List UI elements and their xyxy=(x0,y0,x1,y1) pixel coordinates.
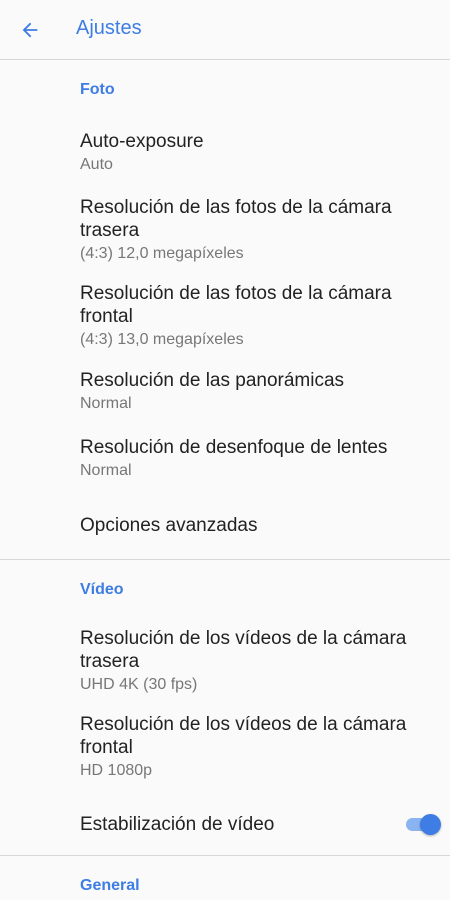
setting-title: Auto-exposure xyxy=(80,131,204,152)
setting-title: Estabilización de vídeo xyxy=(80,813,275,835)
setting-title: Resolución de desenfoque de lentes xyxy=(80,437,388,458)
setting-title: Resolución de las fotos de la cámara fro… xyxy=(80,283,392,327)
setting-auto-exposure[interactable]: Auto-exposure Auto xyxy=(0,130,450,176)
back-button[interactable] xyxy=(12,12,48,48)
settings-list: Foto Auto-exposure Auto Resolución de la… xyxy=(0,60,450,895)
setting-title: Resolución de las fotos de la cámara tra… xyxy=(80,197,392,241)
section-divider xyxy=(0,559,450,560)
setting-front-video-resolution[interactable]: Resolución de los vídeos de la cámara fr… xyxy=(0,713,450,782)
setting-summary: (4:3) 12,0 megapíxeles xyxy=(80,245,244,262)
setting-summary: Normal xyxy=(80,462,132,479)
toggle-thumb xyxy=(420,814,441,835)
setting-panorama-resolution[interactable]: Resolución de las panorámicas Normal xyxy=(0,369,450,415)
setting-summary: Normal xyxy=(80,395,132,412)
section-header-foto: Foto xyxy=(80,81,115,98)
setting-title: Resolución de los vídeos de la cámara fr… xyxy=(80,714,407,758)
section-header-video: Vídeo xyxy=(80,581,124,598)
arrow-back-icon xyxy=(22,22,38,38)
setting-video-stabilization[interactable]: Estabilización de vídeo xyxy=(0,812,450,836)
setting-rear-video-resolution[interactable]: Resolución de los vídeos de la cámara tr… xyxy=(0,627,450,696)
setting-lens-blur-resolution[interactable]: Resolución de desenfoque de lentes Norma… xyxy=(0,436,450,482)
setting-rear-photo-resolution[interactable]: Resolución de las fotos de la cámara tra… xyxy=(0,196,450,265)
page-title: Ajustes xyxy=(76,17,142,39)
setting-title: Resolución de los vídeos de la cámara tr… xyxy=(80,628,407,672)
setting-title: Resolución de las panorámicas xyxy=(80,370,345,391)
section-header-general: General xyxy=(80,877,140,894)
setting-title: Opciones avanzadas xyxy=(80,515,258,536)
setting-summary: HD 1080p xyxy=(80,762,153,779)
setting-summary: Auto xyxy=(80,156,113,173)
section-divider xyxy=(0,855,450,856)
setting-summary: UHD 4K (30 fps) xyxy=(80,676,198,693)
video-stabilization-toggle[interactable] xyxy=(404,812,442,836)
setting-front-photo-resolution[interactable]: Resolución de las fotos de la cámara fro… xyxy=(0,282,450,351)
app-bar: Ajustes xyxy=(0,0,450,60)
setting-summary: (4:3) 13,0 megapíxeles xyxy=(80,331,244,348)
setting-advanced-options[interactable]: Opciones avanzadas xyxy=(0,514,450,537)
